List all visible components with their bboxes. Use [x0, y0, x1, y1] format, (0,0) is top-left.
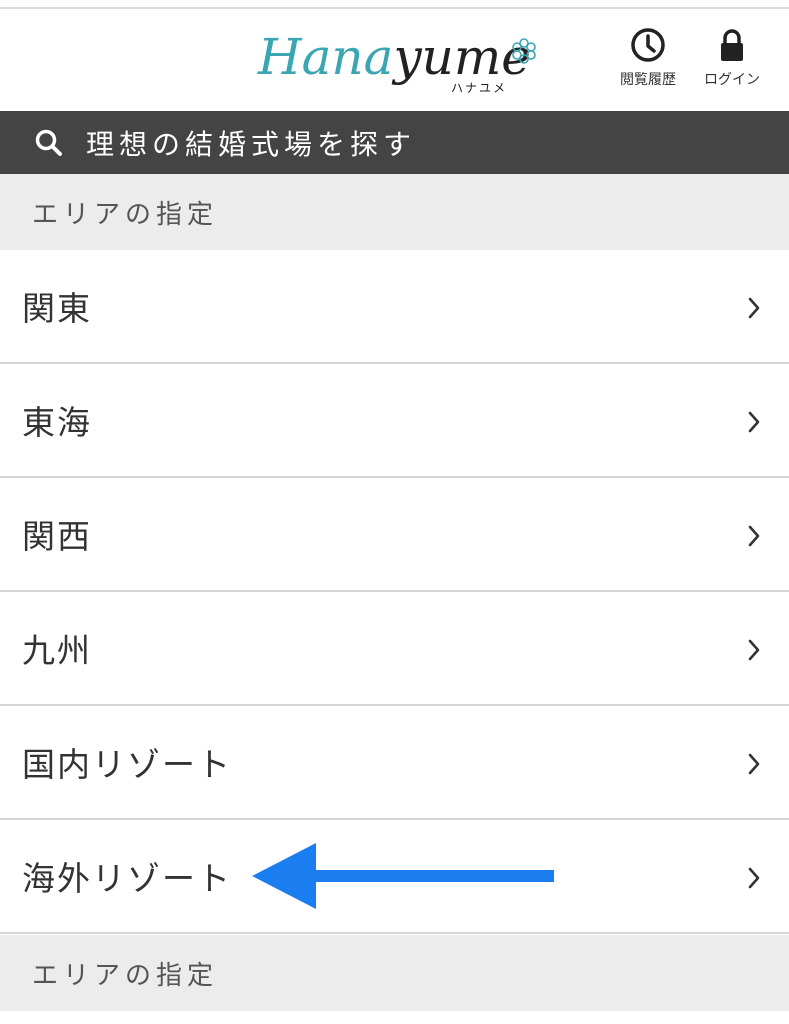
area-item-label: 国内リゾート	[22, 745, 232, 784]
site-header: Hanayume ハナユメ 閲覧履歴 ログイン	[0, 9, 789, 111]
top-divider	[0, 0, 789, 9]
search-icon	[35, 129, 62, 156]
area-item-kansai[interactable]: 関西	[0, 478, 789, 592]
area-section-title: エリアの指定	[32, 199, 219, 230]
chevron-right-icon	[748, 639, 760, 661]
chevron-right-icon	[748, 753, 760, 775]
chevron-right-icon	[748, 297, 760, 319]
logo-kana: ハナユメ	[451, 81, 508, 95]
login-label: ログイン	[704, 72, 760, 88]
lock-icon	[721, 29, 743, 61]
clock-icon	[631, 28, 665, 62]
search-bar[interactable]: 理想の結婚式場を探す	[0, 111, 789, 174]
area-item-label: 海外リゾート	[22, 859, 232, 898]
area-item-label: 東海	[22, 403, 92, 442]
area-item-label: 関東	[22, 289, 92, 328]
area-item-tokai[interactable]: 東海	[0, 364, 789, 478]
login-button[interactable]: ログイン	[695, 27, 769, 97]
area-section-header: エリアの指定	[0, 174, 789, 250]
area-item-kyushu[interactable]: 九州	[0, 592, 789, 706]
area-section-title-2: エリアの指定	[32, 960, 219, 991]
area-item-label: 九州	[22, 631, 92, 670]
flower-ring-icon	[512, 38, 536, 64]
chevron-right-icon	[748, 867, 760, 889]
area-item-kanto[interactable]: 関東	[0, 250, 789, 364]
logo-wordmark: Hanayume	[258, 27, 531, 87]
area-section-header-2: エリアの指定	[0, 935, 789, 1011]
area-item-domestic-resort[interactable]: 国内リゾート	[0, 706, 789, 820]
history-label: 閲覧履歴	[620, 72, 676, 88]
chevron-right-icon	[748, 411, 760, 433]
area-list: 関東 東海 関西 九州 国内リゾート 海外リゾート	[0, 250, 789, 934]
chevron-right-icon	[748, 525, 760, 547]
logo-text-hana: Hana	[258, 28, 394, 86]
area-item-label: 関西	[22, 517, 92, 556]
history-button[interactable]: 閲覧履歴	[611, 27, 685, 97]
arrow-left-icon	[252, 843, 554, 909]
hanayume-logo[interactable]: Hanayume ハナユメ	[258, 27, 538, 101]
search-label: 理想の結婚式場を探す	[86, 127, 417, 161]
